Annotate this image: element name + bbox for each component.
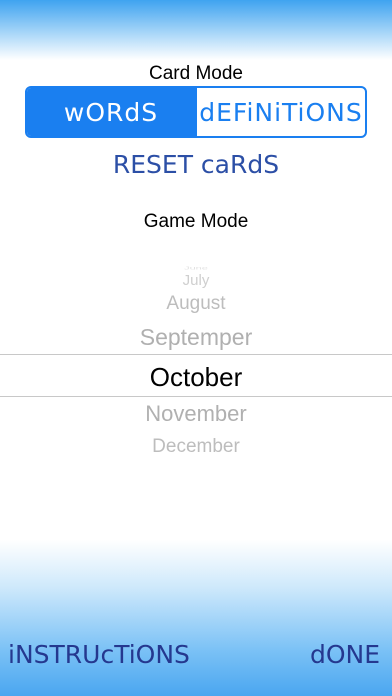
game-mode-picker[interactable]: June July August Septemper October Novem… bbox=[0, 258, 392, 478]
top-gradient bbox=[0, 0, 392, 60]
instructions-button[interactable]: iNSTRUcTiONS bbox=[8, 640, 190, 669]
picker-item-november[interactable]: November bbox=[0, 401, 392, 427]
segment-definitions[interactable]: dEFiNiTiONS bbox=[195, 88, 365, 136]
picker-item-july[interactable]: July bbox=[0, 272, 392, 289]
segment-words[interactable]: wORdS bbox=[27, 88, 195, 136]
reset-cards-button[interactable]: RESET caRdS bbox=[0, 150, 392, 179]
picker-item-septemper[interactable]: Septemper bbox=[0, 324, 392, 351]
bottom-gradient bbox=[0, 540, 392, 696]
done-button[interactable]: dONE bbox=[310, 640, 380, 669]
picker-item-august[interactable]: August bbox=[0, 293, 392, 315]
picker-item-december[interactable]: December bbox=[0, 436, 392, 458]
picker-selection-top-line bbox=[0, 354, 392, 355]
picker-selection-bottom-line bbox=[0, 396, 392, 397]
game-mode-label: Game Mode bbox=[143, 211, 249, 232]
card-mode-label: Card Mode bbox=[149, 63, 243, 84]
picker-item-june[interactable]: June bbox=[0, 265, 392, 270]
card-mode-segmented-control[interactable]: wORdS dEFiNiTiONS bbox=[25, 86, 367, 138]
picker-item-october-selected[interactable]: October bbox=[0, 362, 392, 393]
